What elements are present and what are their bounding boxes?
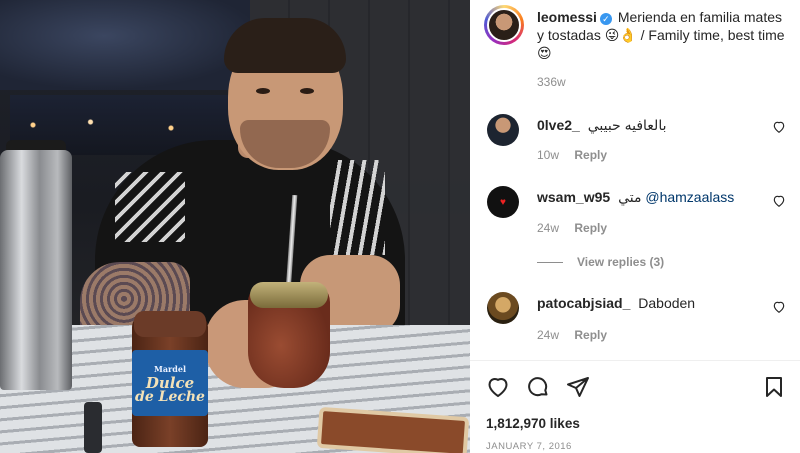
reply-button[interactable]: Reply bbox=[574, 328, 607, 342]
comment-username[interactable]: wsam_w95 bbox=[537, 189, 610, 205]
photo-window bbox=[0, 0, 260, 90]
view-replies-button[interactable]: View replies (3) bbox=[537, 255, 664, 269]
view-replies-label: View replies (3) bbox=[577, 255, 665, 269]
comment-age[interactable]: 24w bbox=[537, 328, 559, 342]
photo-eye-right bbox=[300, 88, 314, 94]
reply-button[interactable]: Reply bbox=[574, 148, 607, 162]
comment-icon[interactable] bbox=[526, 375, 550, 399]
comment-age[interactable]: 24w bbox=[537, 221, 559, 235]
reply-button[interactable]: Reply bbox=[574, 221, 607, 235]
replies-divider-line bbox=[537, 261, 563, 263]
post-date: JANUARY 7, 2016 bbox=[486, 441, 572, 452]
heart-icon[interactable] bbox=[772, 300, 786, 314]
author-avatar[interactable] bbox=[484, 5, 524, 45]
photo-eye-left bbox=[256, 88, 270, 94]
comment-text: 0lve2_ بالعافيه حبيبي bbox=[537, 116, 666, 134]
verified-badge-icon: ✓ bbox=[599, 13, 612, 25]
photo-thermos bbox=[0, 150, 72, 390]
post-photo[interactable]: Mardel Dulce de Leche bbox=[0, 0, 470, 453]
photo-hair bbox=[224, 18, 346, 73]
actions-divider bbox=[470, 360, 800, 361]
post-caption: leomessi ✓ Merienda en familia mates y to… bbox=[537, 8, 792, 62]
photo-jar-label: Mardel Dulce de Leche bbox=[132, 350, 208, 416]
jar-label-line1: Dulce bbox=[145, 374, 195, 392]
comment-username[interactable]: patocabjsiad_ bbox=[537, 295, 630, 311]
comment-body: متي bbox=[618, 189, 642, 205]
comment-age[interactable]: 10w bbox=[537, 148, 559, 162]
comment-avatar[interactable]: ♥ bbox=[487, 186, 519, 218]
photo-shirt-stripes-right bbox=[330, 160, 385, 255]
photo-jar-lid bbox=[134, 311, 206, 337]
jar-label-line2: de Leche bbox=[135, 389, 205, 405]
comment-avatar[interactable] bbox=[487, 114, 519, 146]
comment-meta: 24w Reply bbox=[537, 328, 607, 342]
heart-icon[interactable] bbox=[772, 120, 786, 134]
bookmark-icon[interactable] bbox=[762, 375, 786, 399]
likes-count[interactable]: 1,812,970 likes bbox=[486, 416, 580, 431]
comment-username[interactable]: 0lve2_ bbox=[537, 117, 580, 133]
comment-text: wsam_w95 متي @hamzaalass bbox=[537, 188, 734, 206]
comment-meta: 24w Reply bbox=[537, 221, 607, 235]
post-age[interactable]: 336w bbox=[537, 75, 566, 89]
photo-knife bbox=[84, 402, 102, 453]
comment-body: Daboden bbox=[638, 295, 696, 311]
post-panel: leomessi ✓ Merienda en familia mates y to… bbox=[470, 0, 800, 453]
like-heart-icon[interactable] bbox=[486, 375, 510, 399]
comment-meta: 10w Reply bbox=[537, 148, 607, 162]
comment-body: بالعافيه حبيبي bbox=[587, 117, 667, 133]
comment-mention-link[interactable]: @hamzaalass bbox=[645, 189, 734, 205]
avatar-mark: ♥ bbox=[500, 196, 506, 208]
comment-avatar[interactable] bbox=[487, 292, 519, 324]
photo-shirt-stripes-left bbox=[115, 172, 185, 242]
share-icon[interactable] bbox=[566, 375, 590, 399]
comment-text: patocabjsiad_ Daboden bbox=[537, 294, 695, 312]
author-username[interactable]: leomessi bbox=[537, 9, 597, 25]
heart-icon[interactable] bbox=[772, 194, 786, 208]
photo-mate-rim bbox=[250, 282, 328, 308]
